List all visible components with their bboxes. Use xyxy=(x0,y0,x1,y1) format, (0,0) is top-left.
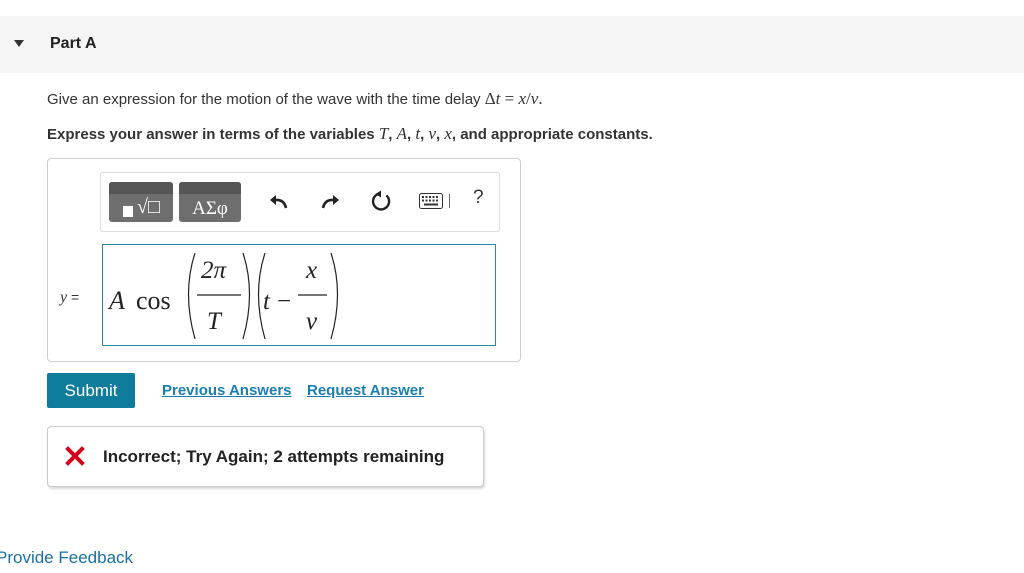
help-icon[interactable]: ? xyxy=(473,187,484,209)
toolbar-divider xyxy=(449,194,450,208)
template-square-icon xyxy=(123,206,133,217)
sqrt-template-icon: √□ xyxy=(137,196,161,218)
submit-button[interactable]: Submit xyxy=(47,373,135,408)
feedback-panel: Incorrect; Try Again; 2 attempts remaini… xyxy=(47,426,484,487)
part-title: Part A xyxy=(50,35,97,52)
paren-left-1 xyxy=(187,252,196,340)
undo-icon[interactable] xyxy=(267,189,291,213)
greek-symbols-button[interactable]: ΑΣφ xyxy=(179,182,241,222)
expr-minus: − xyxy=(277,288,291,315)
request-answer-link[interactable]: Request Answer xyxy=(307,382,424,399)
prompt-text: Give an expression for the motion of the… xyxy=(47,91,481,108)
expr-amplitude: A xyxy=(107,286,125,315)
answer-expression: A cos 2π T t − x v xyxy=(107,252,339,340)
question-instruction: Express your answer in terms of the vari… xyxy=(47,124,653,143)
question-prompt: Give an expression for the motion of the… xyxy=(47,89,543,109)
expr-time: t xyxy=(263,288,271,315)
expr-velocity: v xyxy=(306,308,318,335)
answer-box: √□ ΑΣφ ? y = A cos 2π T t − x v xyxy=(47,158,521,362)
error-x-icon xyxy=(65,446,85,466)
answer-math-input[interactable]: A cos 2π T t − x v xyxy=(102,244,496,346)
part-header[interactable] xyxy=(0,16,1024,73)
previous-answers-link[interactable]: Previous Answers xyxy=(162,382,292,399)
expr-cos: cos xyxy=(136,286,171,315)
provide-feedback-link[interactable]: Provide Feedback xyxy=(0,548,133,568)
paren-right-1 xyxy=(242,252,251,340)
keyboard-icon[interactable] xyxy=(419,193,443,209)
expr-two-pi: 2π xyxy=(201,257,228,284)
chevron-down-icon[interactable] xyxy=(14,40,24,47)
feedback-message: Incorrect; Try Again; 2 attempts remaini… xyxy=(103,447,445,466)
redo-icon[interactable] xyxy=(318,189,342,213)
templates-button[interactable]: √□ xyxy=(109,182,173,222)
reset-icon[interactable] xyxy=(370,189,394,213)
expr-period: T xyxy=(207,308,223,335)
paren-right-2 xyxy=(330,252,339,340)
expr-position: x xyxy=(305,257,317,284)
answer-variable-label: y = xyxy=(60,289,80,306)
prompt-math: Δt = x/v. xyxy=(484,89,543,108)
greek-label: ΑΣφ xyxy=(192,198,228,219)
math-toolbar: √□ ΑΣφ ? xyxy=(100,172,500,232)
